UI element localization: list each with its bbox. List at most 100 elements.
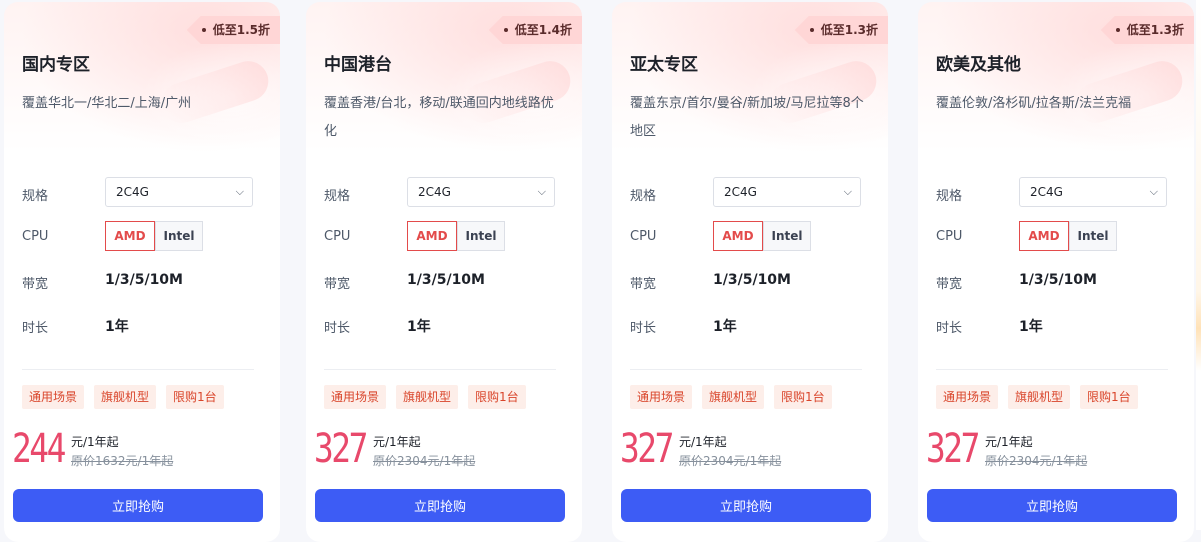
original-price: 原价2304元/1年起 [373,454,476,468]
original-price: 原价2304元/1年起 [985,454,1088,468]
feature-tag: 通用场景 [630,385,693,409]
dot-icon [503,28,508,32]
bandwidth-value: 1/3/5/10M [1019,272,1097,288]
spec-value: 2C4G [116,185,149,199]
spec-label: 规格 [936,189,963,204]
product-card: 低至1.3折 亚太专区 覆盖东京/首尔/曼谷/新加坡/马尼拉等8个地区 规格 2… [612,2,888,542]
product-cards: 低至1.5折 国内专区 覆盖华北一/华北二/上海/广州 规格 2C4G ⌵ CPU… [0,0,1201,542]
discount-badge: 低至1.5折 [186,16,280,44]
original-price: 原价2304元/1年起 [679,454,782,468]
price-unit: 元/1年起 [373,435,421,449]
cpu-option-amd[interactable]: AMD [407,221,457,251]
discount-text: 低至1.3折 [1126,23,1184,37]
divider [936,369,1168,370]
bandwidth-value: 1/3/5/10M [713,272,791,288]
card-description: 覆盖伦敦/洛杉矶/拉各斯/法兰克福 [936,96,1132,111]
feature-tag: 通用场景 [324,385,387,409]
divider [630,369,862,370]
price-value: 327 [926,426,980,472]
divider [22,369,254,370]
original-price: 原价1632元/1年起 [71,454,174,468]
feature-tag: 限购1台 [774,385,832,409]
card-title: 亚太专区 [630,55,698,75]
bandwidth-label: 带宽 [630,277,657,292]
duration-label: 时长 [324,321,351,336]
feature-tag: 旗舰机型 [396,385,459,409]
dot-icon [201,28,206,32]
cpu-label: CPU [630,229,657,244]
bandwidth-label: 带宽 [22,277,49,292]
price-unit: 元/1年起 [985,435,1033,449]
duration-label: 时长 [936,321,963,336]
dot-icon [809,28,814,32]
price-value: 327 [314,426,368,472]
buy-now-button[interactable]: 立即抢购 [315,489,565,522]
feature-tag: 限购1台 [166,385,224,409]
discount-text: 低至1.3折 [820,23,878,37]
duration-value: 1年 [407,319,431,335]
spec-value: 2C4G [418,185,451,199]
card-description: 覆盖华北一/华北二/上海/广州 [22,96,192,111]
duration-value: 1年 [1019,319,1043,335]
feature-tag: 通用场景 [936,385,999,409]
feature-tag: 限购1台 [468,385,526,409]
spec-value: 2C4G [724,185,757,199]
chevron-down-icon: ⌵ [1149,185,1158,198]
chevron-down-icon: ⌵ [843,185,852,198]
duration-label: 时长 [22,321,49,336]
duration-value: 1年 [105,319,129,335]
feature-tag: 旗舰机型 [94,385,157,409]
buy-now-button[interactable]: 立即抢购 [13,489,263,522]
cpu-label: CPU [22,229,49,244]
cpu-option-amd[interactable]: AMD [713,221,763,251]
dot-icon [1115,28,1120,32]
duration-label: 时长 [630,321,657,336]
bandwidth-label: 带宽 [324,277,351,292]
chevron-down-icon: ⌵ [235,185,244,198]
cpu-option-intel[interactable]: Intel [457,221,505,251]
product-card: 低至1.3折 欧美及其他 覆盖伦敦/洛杉矶/拉各斯/法兰克福 规格 2C4G ⌵ … [918,2,1194,542]
price-value: 244 [12,426,66,472]
discount-text: 低至1.5折 [212,23,270,37]
discount-badge: 低至1.4折 [488,16,582,44]
spec-select[interactable]: 2C4G ⌵ [713,177,861,207]
cpu-option-intel[interactable]: Intel [1069,221,1117,251]
cpu-label: CPU [324,229,351,244]
spec-label: 规格 [22,189,49,204]
card-description: 覆盖香港/台北，移动/联通回内地线路优化 [324,96,554,139]
buy-now-button[interactable]: 立即抢购 [927,489,1177,522]
cpu-option-intel[interactable]: Intel [155,221,203,251]
price-value: 327 [620,426,674,472]
divider [324,369,556,370]
feature-tag: 旗舰机型 [702,385,765,409]
buy-now-button[interactable]: 立即抢购 [621,489,871,522]
feature-tag: 通用场景 [22,385,85,409]
product-card: 低至1.5折 国内专区 覆盖华北一/华北二/上海/广州 规格 2C4G ⌵ CPU… [4,2,280,542]
spec-select[interactable]: 2C4G ⌵ [1019,177,1167,207]
bandwidth-label: 带宽 [936,277,963,292]
product-card: 低至1.4折 中国港台 覆盖香港/台北，移动/联通回内地线路优化 规格 2C4G… [306,2,582,542]
card-title: 欧美及其他 [936,55,1021,75]
discount-badge: 低至1.3折 [794,16,888,44]
card-title: 国内专区 [22,55,90,75]
spec-select[interactable]: 2C4G ⌵ [407,177,555,207]
bandwidth-value: 1/3/5/10M [105,272,183,288]
spec-value: 2C4G [1030,185,1063,199]
bandwidth-value: 1/3/5/10M [407,272,485,288]
chevron-down-icon: ⌵ [537,185,546,198]
card-description: 覆盖东京/首尔/曼谷/新加坡/马尼拉等8个地区 [630,96,864,139]
price-unit: 元/1年起 [679,435,727,449]
edge-decoration [1196,0,1201,530]
cpu-label: CPU [936,229,963,244]
feature-tag: 限购1台 [1080,385,1138,409]
spec-select[interactable]: 2C4G ⌵ [105,177,253,207]
duration-value: 1年 [713,319,737,335]
feature-tag: 旗舰机型 [1008,385,1071,409]
cpu-option-intel[interactable]: Intel [763,221,811,251]
discount-badge: 低至1.3折 [1100,16,1194,44]
spec-label: 规格 [630,189,657,204]
price-unit: 元/1年起 [71,435,119,449]
cpu-option-amd[interactable]: AMD [1019,221,1069,251]
card-title: 中国港台 [324,55,392,75]
cpu-option-amd[interactable]: AMD [105,221,155,251]
